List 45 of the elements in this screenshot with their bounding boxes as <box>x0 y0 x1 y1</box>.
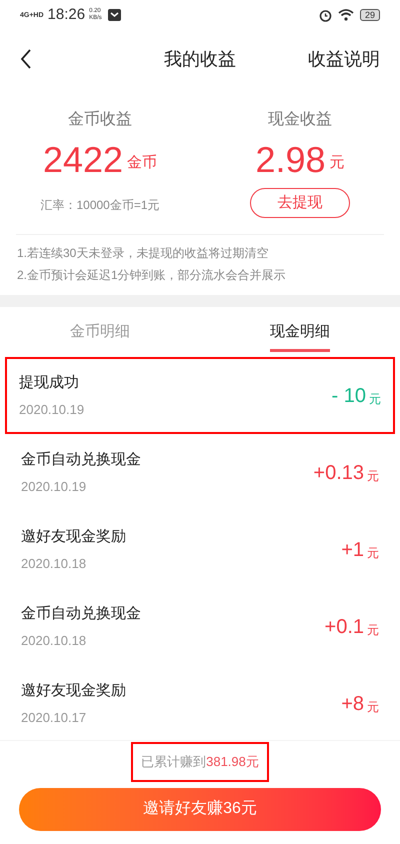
transaction-date: 2020.10.18 <box>21 632 88 650</box>
amount-unit: 金币 <box>127 152 158 172</box>
amount-unit: 元 <box>330 152 345 172</box>
message-icon <box>108 9 121 21</box>
transaction-amount: - 10 <box>332 384 366 408</box>
back-icon[interactable] <box>20 49 32 69</box>
transaction-date: 2020.10.18 <box>21 555 88 573</box>
total-earned: 已累计赚到381.98元 <box>131 742 269 782</box>
amount-unit: 元 <box>367 544 379 562</box>
battery-indicator: 29 <box>360 9 380 21</box>
transaction-row[interactable]: 邀好友现金奖励 2020.10.18 +1 元 <box>5 511 395 588</box>
withdraw-button[interactable]: 去提现 <box>250 188 350 218</box>
alarm-icon <box>318 8 332 22</box>
summary-label: 金币收益 <box>68 110 132 130</box>
transaction-date: 2020.10.19 <box>21 478 88 496</box>
amount-unit: 元 <box>367 468 379 484</box>
notice-text: 2.金币预计会延迟1分钟到账，部分流水会合并展示 <box>17 267 287 284</box>
transaction-row[interactable]: 金币自动兑换现金 2020.10.18 +0.1 元 <box>5 588 395 665</box>
transaction-title: 邀好友现金奖励 <box>21 526 127 546</box>
transaction-title: 金币自动兑换现金 <box>21 450 142 470</box>
amount-unit: 元 <box>369 390 381 408</box>
notice-text: 1.若连续30天未登录，未提现的收益将过期清空 <box>17 245 270 262</box>
transaction-row[interactable]: 邀好友现金奖励 2020.10.17 +8 元 <box>5 665 395 740</box>
wifi-icon <box>338 9 354 21</box>
transaction-amount: +0.13 <box>313 460 364 486</box>
amount-unit: 元 <box>367 698 379 716</box>
transaction-title: 提现成功 <box>19 372 80 392</box>
transaction-date: 2020.10.19 <box>19 401 86 419</box>
transaction-title: 金币自动兑换现金 <box>21 604 142 624</box>
page-title: 我的收益 <box>164 48 236 70</box>
transaction-amount: +8 <box>341 692 364 716</box>
status-time: 18:26 <box>48 4 86 25</box>
transaction-amount: +1 <box>341 538 364 562</box>
transaction-date: 2020.10.17 <box>21 709 88 727</box>
summary-label: 现金收益 <box>268 110 332 130</box>
transaction-amount: +0.1 <box>324 614 364 640</box>
transaction-row[interactable]: 提现成功 2020.10.19 - 10 元 <box>5 357 395 434</box>
exchange-rate: 汇率：10000金币=1元 <box>40 197 160 214</box>
detail-tab[interactable]: 现金明细 <box>200 307 400 357</box>
transaction-row[interactable]: 金币自动兑换现金 2020.10.19 +0.13 元 <box>5 434 395 511</box>
summary-amount: 2.98 <box>255 138 326 182</box>
earnings-info-link[interactable]: 收益说明 <box>308 46 380 72</box>
amount-unit: 元 <box>367 622 379 638</box>
transaction-title: 邀好友现金奖励 <box>21 680 127 700</box>
summary-amount: 2422 <box>42 138 124 182</box>
